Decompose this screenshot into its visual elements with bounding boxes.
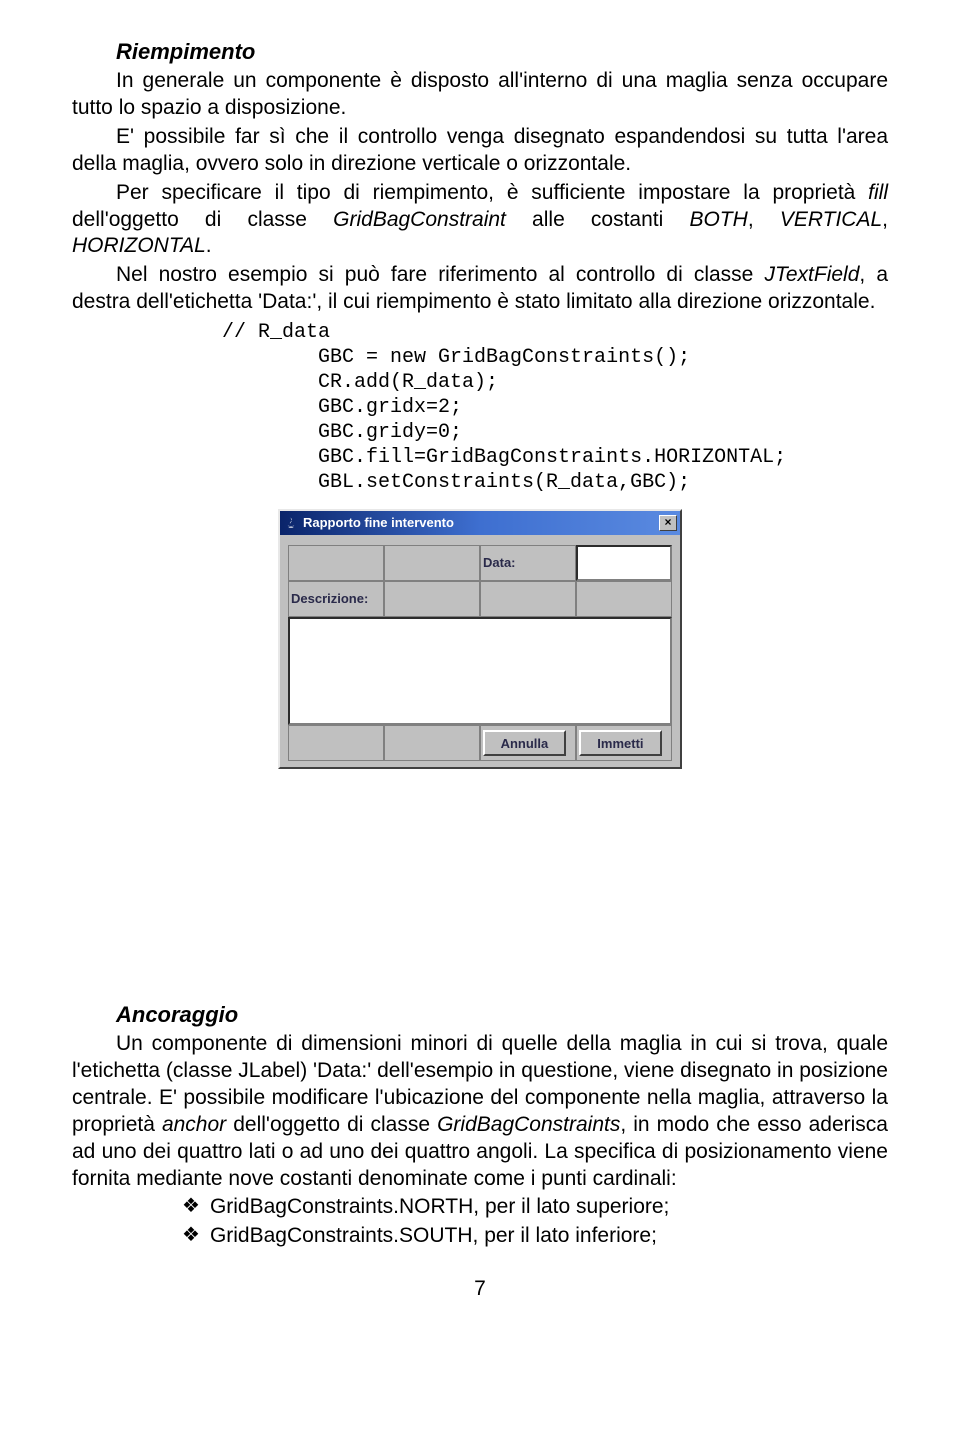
text: alle costanti [506,208,690,231]
text: dell'oggetto di classe [72,208,333,231]
immetti-button[interactable]: Immetti [579,730,662,756]
grid-cell-empty [384,581,480,617]
bullet-item: ❖ GridBagConstraints.NORTH, per il lato … [182,1194,888,1221]
paragraph: Nel nostro esempio si può fare riferimen… [72,262,888,316]
code-line: GBL.setConstraints(R_data,GBC); [222,471,690,494]
gridbag-layout: Data: Descrizione: Annulla Immetti [288,545,672,761]
bullet-item: ❖ GridBagConstraints.SOUTH, per il lato … [182,1223,888,1250]
close-button[interactable]: × [659,515,677,531]
code-line: // R_data [222,321,330,344]
text: , [882,208,888,231]
paragraph: Per specificare il tipo di riempimento, … [72,180,888,261]
italic-const: BOTH [689,208,747,231]
bullet-text: GridBagConstraints.SOUTH, per il lato in… [210,1223,657,1250]
text: E' possibile far sì che il controllo ven… [72,125,888,175]
button-cell-immetti: Immetti [576,725,672,761]
code-line: CR.add(R_data); [222,371,498,394]
code-line: GBC.gridy=0; [222,421,462,444]
text: Per specificare il tipo di riempimento, … [116,181,868,204]
label-data: Data: [480,545,576,581]
button-cell-annulla: Annulla [480,725,576,761]
section-heading-ancoraggio: Ancoraggio [72,1001,888,1029]
java-window: Rapporto fine intervento × Data: Descriz… [278,509,682,769]
textarea-descrizione[interactable] [288,617,672,725]
grid-cell-empty [288,545,384,581]
italic-class: JTextField [764,263,859,286]
grid-cell-empty [480,581,576,617]
text: dell'oggetto di classe [226,1113,437,1136]
bullet-icon: ❖ [182,1223,200,1247]
java-icon [283,515,299,531]
code-block: // R_data GBC = new GridBagConstraints()… [222,320,888,495]
paragraph: Un componente di dimensioni minori di qu… [72,1031,888,1192]
window-client-area: Data: Descrizione: Annulla Immetti [280,535,680,767]
bullet-list: ❖ GridBagConstraints.NORTH, per il lato … [182,1194,888,1250]
label-descrizione: Descrizione: [288,581,384,617]
text: Nel nostro esempio si può fare riferimen… [116,263,764,286]
bullet-text: GridBagConstraints.NORTH, per il lato su… [210,1194,669,1221]
text: . [206,234,212,257]
paragraph: In generale un componente è disposto all… [72,68,888,122]
italic-const: VERTICAL [780,208,882,231]
window-title: Rapporto fine intervento [303,515,659,532]
code-line: GBC.gridx=2; [222,396,462,419]
code-line: GBC = new GridBagConstraints(); [222,346,690,369]
page-number: 7 [72,1276,888,1303]
section-heading-riempimento: Riempimento [72,38,888,66]
italic-anchor: anchor [162,1113,226,1136]
paragraph: E' possibile far sì che il controllo ven… [72,124,888,178]
annulla-button[interactable]: Annulla [483,730,566,756]
code-line: GBC.fill=GridBagConstraints.HORIZONTAL; [222,446,786,469]
italic-class: GridBagConstraint [333,208,506,231]
bullet-icon: ❖ [182,1194,200,1218]
italic-const: HORIZONTAL [72,234,206,257]
italic-class: GridBagConstraints [437,1113,620,1136]
titlebar[interactable]: Rapporto fine intervento × [280,511,680,535]
text: In generale un componente è disposto all… [72,69,888,119]
grid-cell-empty [576,581,672,617]
grid-cell-empty [384,725,480,761]
grid-cell-empty [384,545,480,581]
grid-cell-empty [288,725,384,761]
input-data[interactable] [576,545,672,581]
italic-fill: fill [868,181,888,204]
text: , [748,208,780,231]
spacer [72,781,888,1001]
